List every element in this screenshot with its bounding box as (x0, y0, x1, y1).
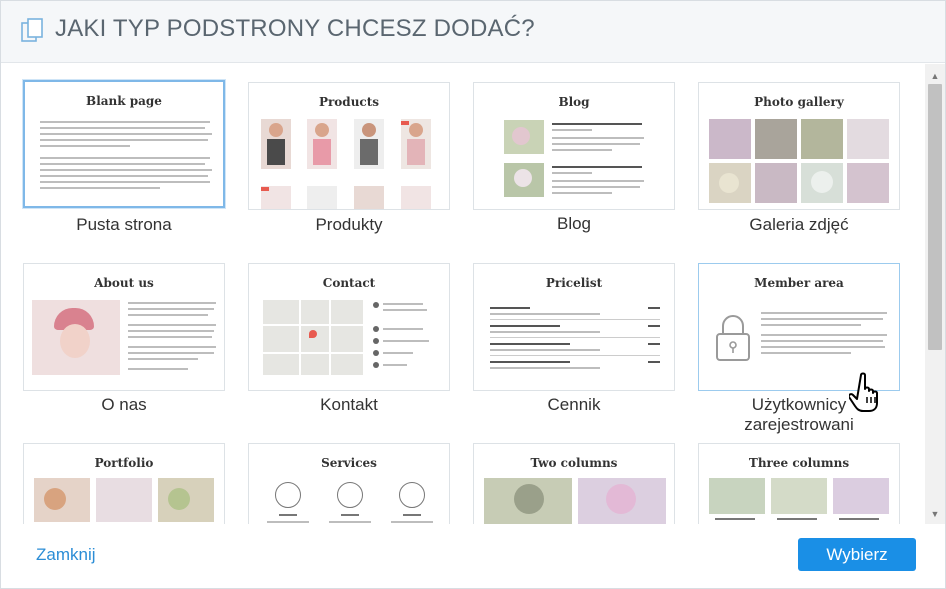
card-preview-title: Blog (558, 95, 590, 109)
add-page-dialog: JAKI TYP PODSTRONY CHCESZ DODAĆ? Blank p… (0, 0, 946, 589)
card-preview-title: Three columns (748, 456, 850, 470)
card-label-blank-page: Pusta strona (76, 215, 172, 234)
card-preview-title: Portfolio (94, 456, 154, 470)
close-button[interactable]: Zamknij (36, 545, 96, 565)
card-blog[interactable]: Blog (473, 82, 675, 210)
card-label-photo-gallery: Galeria zdjęć (749, 215, 849, 234)
card-preview-title: Services (321, 456, 377, 470)
hand-pointer-icon (849, 372, 878, 412)
card-preview-title: Blank page (86, 94, 162, 108)
scroll-down-icon[interactable]: ▼ (925, 506, 945, 522)
card-preview-title: Contact (322, 276, 376, 290)
dialog-title: JAKI TYP PODSTRONY CHCESZ DODAĆ? (55, 15, 535, 42)
card-preview-title: Pricelist (545, 276, 603, 290)
card-photo-gallery[interactable]: Photo gallery (698, 82, 900, 210)
dialog-footer: Zamknij Wybierz (1, 524, 945, 588)
card-preview-title: Products (318, 95, 380, 109)
card-two-columns[interactable]: Two columns (473, 443, 675, 524)
vertical-scrollbar[interactable]: ▲ ▼ (925, 64, 945, 524)
card-about-us[interactable]: About us (23, 263, 225, 391)
card-label-pricelist: Cennik (547, 395, 601, 414)
card-three-columns[interactable]: Three columns (698, 443, 900, 524)
card-preview-title: Member area (754, 276, 844, 290)
card-label-contact: Kontakt (320, 395, 378, 414)
scroll-thumb[interactable] (928, 84, 942, 350)
padlock-icon (716, 315, 750, 361)
card-blank-page[interactable]: Blank page (23, 80, 225, 208)
card-label-blog: Blog (556, 214, 592, 233)
page-type-grid[interactable]: Blank page Pusta strona Products Produkt… (1, 64, 925, 524)
card-label-about-us: O nas (101, 395, 147, 414)
card-pricelist[interactable]: Pricelist (473, 263, 675, 391)
card-label-products: Produkty (315, 215, 383, 234)
card-contact[interactable]: Contact (248, 263, 450, 391)
card-products[interactable]: Products (248, 82, 450, 210)
card-preview-title: About us (94, 276, 154, 290)
card-services[interactable]: Services (248, 443, 450, 524)
card-preview-title: Two columns (530, 456, 618, 470)
scroll-up-icon[interactable]: ▲ (925, 68, 945, 84)
pages-icon (21, 18, 43, 42)
select-button[interactable]: Wybierz (798, 538, 916, 571)
dialog-header: JAKI TYP PODSTRONY CHCESZ DODAĆ? (1, 1, 945, 63)
card-preview-title: Photo gallery (754, 95, 844, 109)
card-portfolio[interactable]: Portfolio (23, 443, 225, 524)
